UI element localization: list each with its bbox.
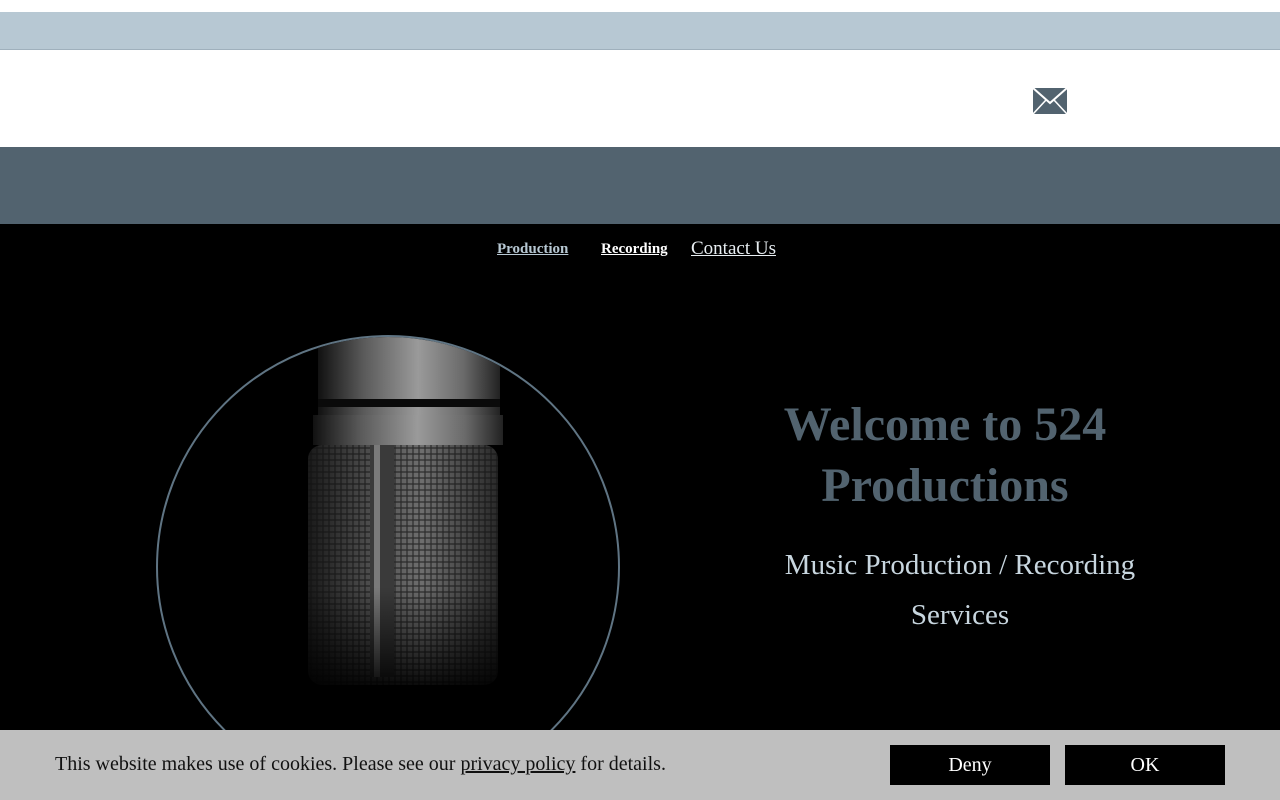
privacy-policy-link[interactable]: privacy policy <box>460 753 575 775</box>
envelope-icon[interactable] <box>1032 87 1068 115</box>
hero-title: Welcome to 524 Productions <box>783 398 1107 512</box>
cookie-banner: This website makes use of cookies. Pleas… <box>0 730 1280 800</box>
nav-link-production[interactable]: Production <box>497 241 568 258</box>
hero-section: Production Recording Contact Us Welcome … <box>0 224 1280 800</box>
hero-subtitle: Music Production / Recording Services <box>784 549 1136 631</box>
top-strip <box>0 12 1280 50</box>
header <box>0 50 1280 147</box>
main-nav: Production Recording Contact Us <box>0 238 1280 264</box>
cookie-message: This website makes use of cookies. Pleas… <box>55 753 666 776</box>
nav-link-contact[interactable]: Contact Us <box>691 238 776 260</box>
nav-link-recording[interactable]: Recording <box>601 241 668 258</box>
deny-button[interactable]: Deny <box>890 745 1050 785</box>
cookie-text-before: This website makes use of cookies. Pleas… <box>55 753 461 775</box>
header-band <box>0 147 1280 224</box>
ok-button[interactable]: OK <box>1065 745 1225 785</box>
cookie-text-after: for details. <box>575 753 666 775</box>
